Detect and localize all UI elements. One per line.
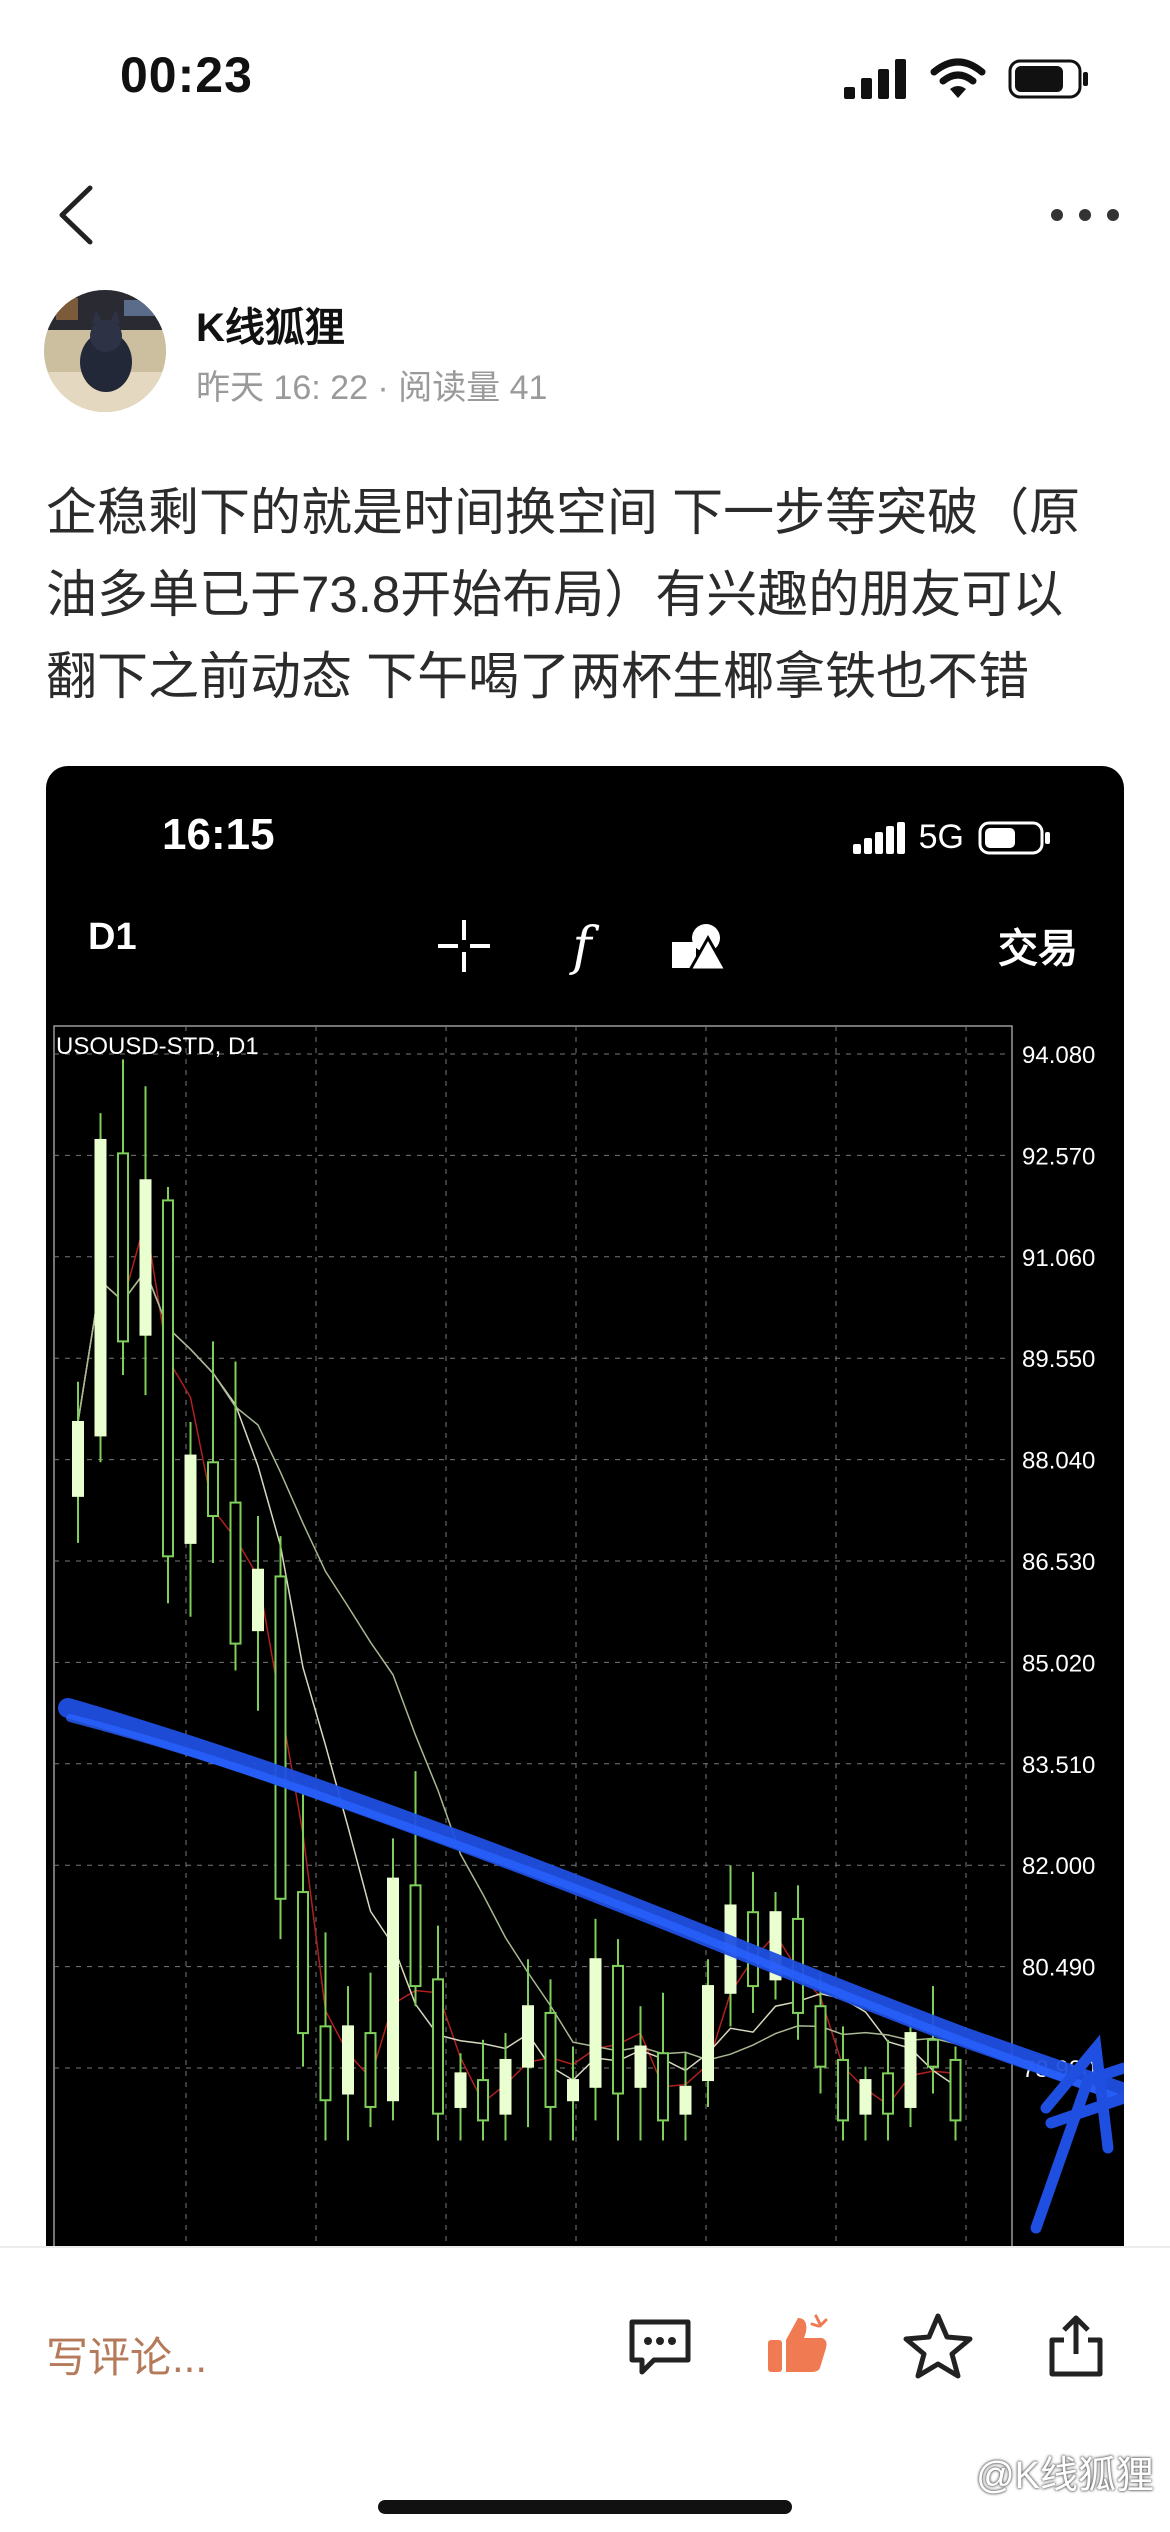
price-tick-label: 83.510 xyxy=(1022,1752,1095,1779)
candle-body xyxy=(702,1985,714,2082)
candle-body xyxy=(274,1575,287,1900)
post-line: 翻下之前动态 下午喝了两杯生椰拿铁也不错 xyxy=(46,648,1030,705)
watermark: @K线狐狸 xyxy=(976,2455,1154,2497)
candle-body xyxy=(859,2079,872,2115)
price-tick-label: 82.000 xyxy=(1022,1853,1095,1880)
period-selector[interactable]: D1 xyxy=(88,916,137,959)
candle-body xyxy=(387,1877,399,2102)
moving-average-line xyxy=(77,1269,956,2061)
price-tick-label: 85.020 xyxy=(1022,1650,1095,1677)
candle-body xyxy=(927,2038,939,2068)
candle-body xyxy=(679,2085,692,2115)
price-chart[interactable]: 94.080 92.570 91.060 89.550 88.040 86.530 85.0… xyxy=(46,1018,1124,2246)
battery-icon xyxy=(1008,59,1088,99)
moving-average-line xyxy=(77,1269,956,2087)
candle-body xyxy=(499,2058,512,2115)
status-bar: 00:23 xyxy=(0,0,1170,150)
post-line: 油多单已于73.8开始布局）有兴趣的朋友可以 xyxy=(46,566,1064,623)
post-line: 企稳剩下的就是时间换空间 下一步等突破（原 xyxy=(46,484,1081,541)
cellular-signal-icon xyxy=(852,821,905,854)
indicator-function-icon[interactable]: f xyxy=(552,916,612,976)
more-options-icon[interactable] xyxy=(1045,195,1125,235)
candle-body xyxy=(139,1179,152,1336)
author-name[interactable]: K线狐狸 xyxy=(196,295,345,353)
share-icon[interactable] xyxy=(1040,2310,1112,2382)
candle-body xyxy=(454,2072,467,2108)
candle-body xyxy=(634,2045,647,2088)
status-icons xyxy=(844,58,1090,100)
candle-body xyxy=(544,2011,557,2108)
post-image[interactable]: 16:15 5G D1 f 交易 94.080 92.570 91.060 89… xyxy=(46,766,1124,2246)
cellular-signal-icon xyxy=(844,59,906,99)
candle-body xyxy=(94,1138,107,1437)
candle-body xyxy=(207,1461,219,1518)
status-time: 00:23 xyxy=(120,47,253,103)
post-body: 企稳剩下的就是时间换空间 下一步等突破（原 油多单已于73.8开始布局）有兴趣的… xyxy=(46,472,1126,718)
candle-body xyxy=(229,1501,242,1645)
candle-body xyxy=(117,1152,129,1343)
wifi-icon xyxy=(930,58,986,98)
back-chevron-icon[interactable] xyxy=(50,180,110,250)
candle-body xyxy=(522,2005,534,2068)
comment-input[interactable]: 写评论... xyxy=(46,2324,207,2385)
candle-body xyxy=(567,2079,579,2102)
embedded-status-time: 16:15 xyxy=(162,810,275,859)
svg-text:f: f xyxy=(568,917,599,976)
favorite-star-icon[interactable] xyxy=(902,2310,974,2382)
candle-body xyxy=(657,2052,669,2122)
candle-body xyxy=(814,2005,827,2068)
price-tick-label: 89.550 xyxy=(1022,1346,1095,1373)
bottom-action-bar: 写评论... @K线狐狸 xyxy=(0,2246,1170,2532)
candle-body xyxy=(252,1568,264,1632)
candle-body xyxy=(904,2032,917,2108)
chart-symbol-label: USOUSD-STD, D1 xyxy=(56,1033,259,1060)
candle-body xyxy=(432,1978,444,2115)
candle-body xyxy=(319,2025,332,2102)
candle-body xyxy=(409,1884,422,1988)
author-avatar[interactable] xyxy=(44,290,166,412)
price-tick-label: 92.570 xyxy=(1022,1143,1095,1170)
price-tick-label: 80.490 xyxy=(1022,1955,1095,1982)
embedded-status-icons: 5G xyxy=(852,818,1052,857)
candle-body xyxy=(72,1420,84,1497)
price-tick-label: 86.530 xyxy=(1022,1549,1095,1576)
candle-body xyxy=(882,2072,894,2115)
candle-body xyxy=(162,1199,174,1558)
candle-body xyxy=(612,1964,624,2095)
battery-icon xyxy=(978,821,1050,854)
candle-body xyxy=(837,2058,849,2122)
trade-button[interactable]: 交易 xyxy=(998,916,1078,974)
crosshair-icon[interactable] xyxy=(434,916,494,976)
network-type: 5G xyxy=(918,818,964,856)
home-indicator xyxy=(378,2500,792,2514)
comment-icon[interactable] xyxy=(624,2310,696,2382)
candle-body xyxy=(477,2079,489,2122)
candle-body xyxy=(342,2025,354,2095)
objects-shapes-icon[interactable] xyxy=(668,916,728,976)
candle-body xyxy=(364,2032,377,2108)
price-tick-label: 88.040 xyxy=(1022,1448,1095,1475)
candle-body xyxy=(949,2058,962,2122)
candle-body xyxy=(297,1891,309,2035)
post-meta: 昨天 16: 22 · 阅读量 41 xyxy=(196,369,548,407)
candle-body xyxy=(589,1958,602,2088)
like-thumbs-up-icon[interactable] xyxy=(762,2310,834,2382)
price-tick-label: 91.060 xyxy=(1022,1245,1095,1272)
candle-body xyxy=(184,1454,197,1544)
price-tick-label: 94.080 xyxy=(1022,1042,1095,1069)
